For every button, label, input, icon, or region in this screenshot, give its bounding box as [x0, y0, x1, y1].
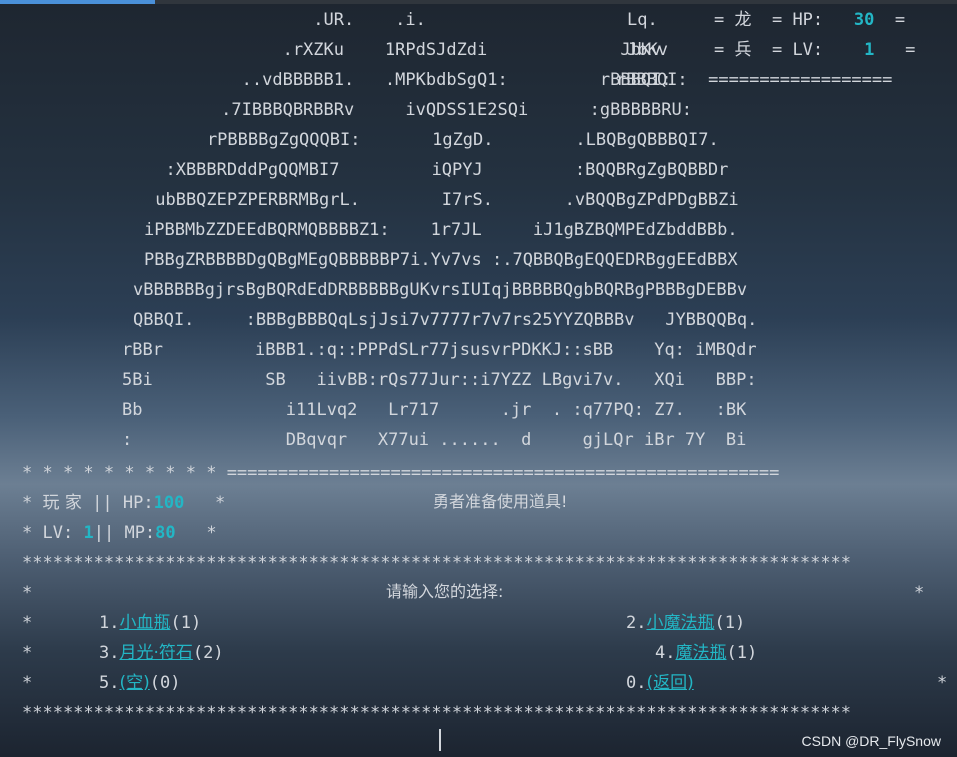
player-label: 玩 家 — [42, 493, 82, 513]
art-line: Bb i11Lvq2 Lr717 .jr . :q77PQ: Z7. :BK — [122, 400, 747, 420]
hud-row-3: rBBBQI: ================== — [616, 65, 892, 95]
hud-row-1-stats: = 龙 = HP: 30 = — [714, 10, 906, 30]
star: * — [22, 493, 33, 513]
menu-edge-right: * — [937, 673, 948, 693]
menu-edge-left: * — [22, 643, 33, 663]
status-message: 勇者准备使用道具! — [433, 492, 568, 511]
item-number: 4. — [655, 643, 676, 663]
art-line: : DBqvqr X77ui ...... d gjLQr iBr 7Y Bi — [122, 430, 747, 450]
menu-edge-left: * — [22, 613, 33, 633]
player-lv-label: LV: — [42, 523, 74, 543]
menu-item-0[interactable]: 0.(返回) — [626, 668, 694, 698]
lv-label: LV: — [792, 40, 824, 60]
item-number: 5. — [99, 673, 120, 693]
menu-item-3[interactable]: 3.月光·符石(2) — [99, 638, 224, 668]
art-line: :XBBBRDddPgQQMBI7 iQPYJ :BQQBRgZgBQBBDr — [145, 160, 729, 180]
star: * — [206, 523, 217, 543]
player-lv-value: 1 — [83, 523, 94, 543]
player-mp-value: 80 — [155, 523, 176, 543]
hud-name: Lq. — [627, 10, 658, 30]
star: * — [215, 493, 226, 513]
player-hp-value: 100 — [153, 493, 185, 513]
hp-label: HP: — [792, 10, 824, 30]
enemy-class-symbol: 兵 — [734, 40, 752, 60]
enemy-symbol: 龙 — [734, 10, 752, 30]
menu-edge-left: * — [22, 583, 33, 603]
item-link-small-mp-potion[interactable]: 小魔法瓶 — [646, 613, 714, 633]
item-link-back[interactable]: (返回) — [646, 673, 693, 693]
art-line: iPBBMbZZDEEdBQRMQBBBBZ1: 1r7JL iJ1gBZBQM… — [144, 220, 738, 240]
hud-row-1: Lq. — [627, 5, 658, 35]
player-row-1: * 玩 家 || HP:100 * — [22, 488, 225, 518]
item-count: (1) — [170, 613, 202, 633]
item-number: 0. — [626, 673, 647, 693]
watermark: CSDN @DR_FlySnow — [801, 733, 941, 749]
divider-top: * * * * * * * * * * ====================… — [22, 463, 780, 483]
art-line: vBBBBBBgjrsBgBQRdEdDRBBBBBgUKvrsIUIqjBBB… — [133, 280, 748, 300]
item-number: 2. — [626, 613, 647, 633]
item-count: (2) — [192, 643, 224, 663]
item-count: (1) — [714, 613, 746, 633]
art-line: .7IBBBQBRBBRv ivQDSS1E2SQi :gBBBBBRU: — [170, 100, 692, 120]
enemy-lv-value: 1 — [864, 40, 875, 60]
art-line: QBBQI. :BBBgBBBQqLsjJsi7v7777r7v7rs25YYZ… — [133, 310, 758, 330]
item-number: 3. — [99, 643, 120, 663]
art-line: ..vdBBBBB1. .MPKbdbSgQ1: rBBBQI: — [170, 70, 672, 90]
hud-name: rBBBQI: — [616, 70, 688, 90]
art-line: PBBgZRBBBBDgQBgMEgQBBBBBP7i.Yv7vs :.7QBB… — [144, 250, 738, 270]
menu-prompt: 请输入您的选择: — [386, 582, 504, 601]
menu-item-4[interactable]: 4.魔法瓶(1) — [655, 638, 757, 668]
item-link-empty[interactable]: (空) — [119, 673, 149, 693]
active-tab-indicator — [0, 0, 155, 4]
menu-item-1[interactable]: 1.小血瓶(1) — [99, 608, 201, 638]
separator: || — [93, 523, 115, 543]
item-link-mp-potion[interactable]: 魔法瓶 — [675, 643, 726, 663]
enemy-hp-value: 30 — [853, 10, 875, 30]
art-line: ubBBQZEPZPERBRMBgrL. I7rS. .vBQQBgZPdPDg… — [145, 190, 739, 210]
art-line: 5Bi SB iivBB:rQs77Jur::i7YZZ LBgvi7v. XQ… — [122, 370, 757, 390]
art-line: .UR. .i. — [170, 10, 426, 30]
item-count: (1) — [726, 643, 758, 663]
item-count: (0) — [149, 673, 181, 693]
player-mp-label: MP: — [124, 523, 156, 543]
art-line: rBBr iBBB1.:q::PPPdSLr77jsusvrPDKKJ::sBB… — [122, 340, 757, 360]
hud-rule: ================== — [708, 70, 893, 90]
menu-border-bottom: ****************************************… — [22, 703, 852, 723]
art-line: .rXZKu 1RPdSJdZdi JbKv — [170, 40, 662, 60]
menu-item-5[interactable]: 5.(空)(0) — [99, 668, 180, 698]
item-number: 1. — [99, 613, 120, 633]
hud-row-2-stats: = 兵 = LV: 1 = — [714, 40, 916, 60]
art-line: rPBBBBgZgQQQBI: 1gZgD. .LBQBgQBBBQI7. — [166, 130, 719, 150]
player-row-2: * LV: 1|| MP:80 * — [22, 518, 217, 548]
menu-edge-right: * — [914, 583, 925, 603]
text-cursor[interactable] — [439, 729, 441, 751]
menu-border-top: ****************************************… — [22, 553, 852, 573]
player-hp-label: HP: — [122, 493, 154, 513]
star: * — [22, 523, 33, 543]
separator: || — [92, 493, 113, 513]
window-top-bar — [0, 0, 957, 4]
hud-row-2: JbKv — [627, 35, 668, 65]
item-link-small-hp-potion[interactable]: 小血瓶 — [119, 613, 170, 633]
menu-item-2[interactable]: 2.小魔法瓶(1) — [626, 608, 745, 638]
item-link-moonlight-rune[interactable]: 月光·符石 — [119, 643, 192, 663]
menu-edge-left: * — [22, 673, 33, 693]
hud-name: JbKv — [627, 40, 668, 60]
